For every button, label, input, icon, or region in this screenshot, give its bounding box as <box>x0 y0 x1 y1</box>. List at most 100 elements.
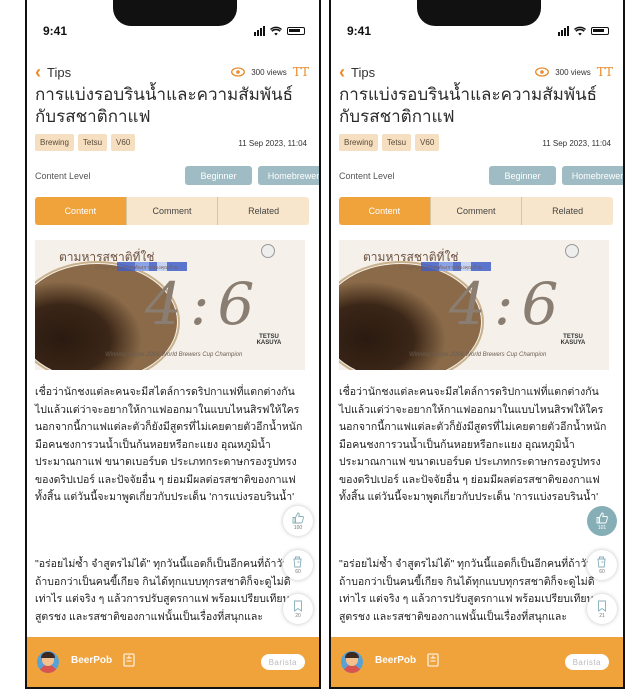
article-date: 11 Sep 2023, 11:04 <box>542 139 611 148</box>
system-icons <box>558 26 609 36</box>
signal-icon <box>254 26 265 36</box>
level-homebrewer-button[interactable]: Homebrewer <box>562 166 623 185</box>
tag-chip[interactable]: Tetsu <box>77 134 108 151</box>
top-nav: ‹ Tips 300 views TT <box>339 62 613 82</box>
cup-count: 60 <box>599 568 605 575</box>
cover-author: TETSU KASUYA <box>560 334 586 346</box>
view-count: 300 views <box>251 67 287 77</box>
header-meta: 300 views TT <box>231 65 309 79</box>
cover-caption: Winning recipe 2016 World Brewers Cup Ch… <box>105 352 243 358</box>
battery-icon <box>287 27 305 35</box>
text-size-icon[interactable]: TT <box>293 65 309 79</box>
eye-icon <box>231 67 246 77</box>
tab-related[interactable]: Related <box>521 197 613 225</box>
back-button[interactable]: ‹ Tips <box>339 63 375 81</box>
tag-chip[interactable]: V60 <box>111 134 136 151</box>
phone-screen-before: 9:41 ‹ Tips 300 views TT การแบ่งรอบรินน้… <box>25 0 321 689</box>
cover-ratio: 4:6 <box>449 270 567 338</box>
text-size-icon[interactable]: TT <box>597 65 613 79</box>
level-homebrewer-button[interactable]: Homebrewer <box>258 166 319 185</box>
chevron-left-icon: ‹ <box>339 62 345 82</box>
tab-bar: Content Comment Related <box>339 197 613 225</box>
cover-ratio: 4:6 <box>145 270 263 338</box>
save-button[interactable]: 20 <box>283 594 313 624</box>
bookmark-icon <box>294 600 302 612</box>
role-badge: Barista <box>564 654 609 670</box>
status-time: 9:41 <box>347 24 372 38</box>
chevron-left-icon: ‹ <box>35 62 41 82</box>
article-title: การแบ่งรอบรินน้ำและความสัมพันธ์กับรสชาติ… <box>35 85 294 126</box>
article-paragraph: เชื่อว่านักชงแต่ละคนจะมีสไตล์การดริปกาแฟ… <box>339 386 607 503</box>
status-bar: 9:41 <box>43 22 305 40</box>
article-date: 11 Sep 2023, 11:04 <box>238 139 307 148</box>
back-label: Tips <box>47 64 72 80</box>
tab-comment[interactable]: Comment <box>125 197 218 225</box>
tab-comment[interactable]: Comment <box>429 197 522 225</box>
tab-content[interactable]: Content <box>35 197 126 225</box>
system-icons <box>254 26 305 36</box>
author-bar: BeerPob Barista <box>331 637 623 687</box>
cup-button[interactable]: 60 <box>283 550 313 580</box>
status-bar: 9:41 <box>347 22 609 40</box>
profile-card-icon[interactable] <box>123 653 135 667</box>
top-nav: ‹ Tips 300 views TT <box>35 62 309 82</box>
profile-card-icon[interactable] <box>427 653 439 667</box>
save-button[interactable]: 21 <box>587 594 617 624</box>
content-level-label: Content Level <box>35 171 91 181</box>
tag-chip[interactable]: Tetsu <box>381 134 412 151</box>
thumbs-up-icon <box>596 512 608 523</box>
save-count: 21 <box>599 612 605 619</box>
cover-image: ตามหารสชาติที่ใช่ ปรับสูตรตามความต้องการ… <box>35 240 305 370</box>
tag-list: Brewing Tetsu V60 <box>35 134 136 151</box>
tag-list: Brewing Tetsu V60 <box>339 134 440 151</box>
cup-count: 60 <box>295 568 301 575</box>
content-level-row: Content Level Beginner Homebrewer <box>339 166 623 188</box>
like-button[interactable]: 101 <box>587 506 617 536</box>
coffee-cup-icon <box>293 556 302 567</box>
cover-caption: Winning recipe 2016 World Brewers Cup Ch… <box>409 352 547 358</box>
role-badge: Barista <box>260 654 305 670</box>
battery-icon <box>591 27 609 35</box>
cover-image: ตามหารสชาติที่ใช่ ปรับสูตรตามความต้องการ… <box>339 240 609 370</box>
article-paragraph: "อร่อยไม่ซ้ำ จำสูตรไม่ได้" ทุกวันนี้แอดก… <box>339 558 601 623</box>
view-count: 300 views <box>555 67 591 77</box>
status-time: 9:41 <box>43 24 68 38</box>
badge-icon <box>565 244 579 258</box>
like-button[interactable]: 100 <box>283 506 313 536</box>
wifi-icon <box>270 26 282 36</box>
avatar[interactable] <box>341 651 363 673</box>
avatar[interactable] <box>37 651 59 673</box>
back-button[interactable]: ‹ Tips <box>35 63 71 81</box>
tab-related[interactable]: Related <box>217 197 309 225</box>
level-beginner-button[interactable]: Beginner <box>185 166 252 185</box>
wifi-icon <box>574 26 586 36</box>
badge-icon <box>261 244 275 258</box>
bookmark-icon <box>598 600 606 612</box>
cover-author: TETSU KASUYA <box>256 334 282 346</box>
back-label: Tips <box>351 64 376 80</box>
tag-chip[interactable]: Brewing <box>339 134 378 151</box>
content-level-label: Content Level <box>339 171 395 181</box>
cup-button[interactable]: 60 <box>587 550 617 580</box>
article-title: การแบ่งรอบรินน้ำและความสัมพันธ์กับรสชาติ… <box>339 85 598 126</box>
tag-chip[interactable]: Brewing <box>35 134 74 151</box>
tab-bar: Content Comment Related <box>35 197 309 225</box>
article-paragraph: เชื่อว่านักชงแต่ละคนจะมีสไตล์การดริปกาแฟ… <box>35 386 303 503</box>
tab-content[interactable]: Content <box>339 197 430 225</box>
thumbs-up-icon <box>292 512 304 523</box>
phone-screen-after: 9:41 ‹ Tips 300 views TT การแบ่งรอบรินน้… <box>329 0 625 689</box>
coffee-cup-icon <box>597 556 606 567</box>
article-paragraph: "อร่อยไม่ซ้ำ จำสูตรไม่ได้" ทุกวันนี้แอดก… <box>35 558 297 623</box>
level-beginner-button[interactable]: Beginner <box>489 166 556 185</box>
signal-icon <box>558 26 569 36</box>
like-count: 100 <box>293 524 303 531</box>
author-bar: BeerPob Barista <box>27 637 319 687</box>
eye-icon <box>535 67 550 77</box>
author-name[interactable]: BeerPob <box>375 655 416 666</box>
content-level-row: Content Level Beginner Homebrewer <box>35 166 319 188</box>
like-count: 101 <box>597 524 607 531</box>
header-meta: 300 views TT <box>535 65 613 79</box>
author-name[interactable]: BeerPob <box>71 655 112 666</box>
tag-chip[interactable]: V60 <box>415 134 440 151</box>
save-count: 20 <box>295 612 301 619</box>
